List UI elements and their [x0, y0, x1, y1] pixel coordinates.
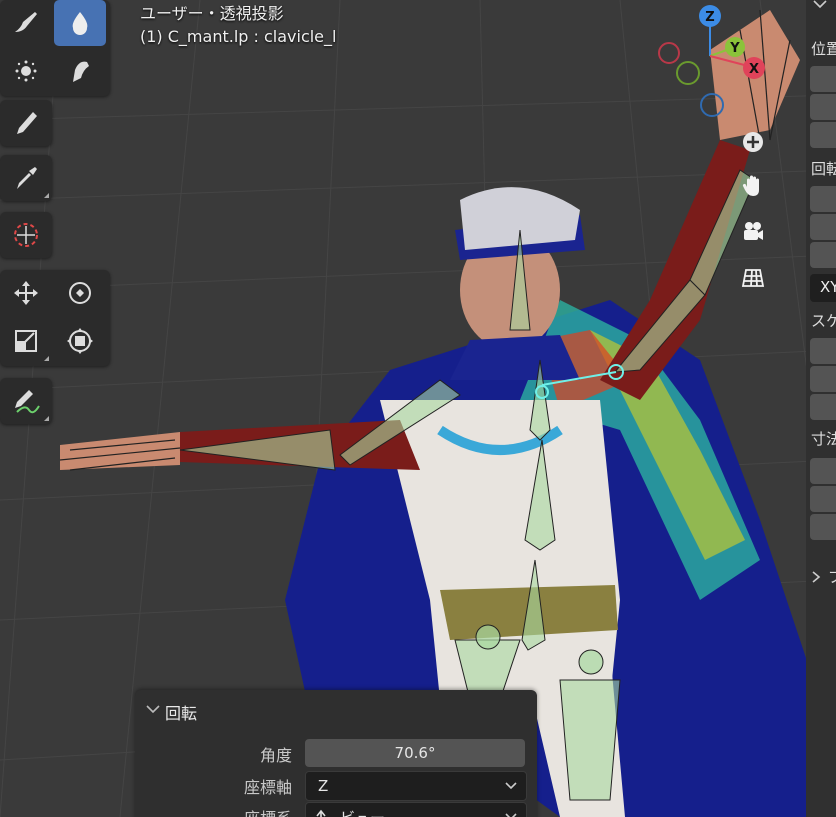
drop-icon	[72, 12, 88, 35]
viewport-3d[interactable]: ユーザー・透視投影 (1) C_mant.lp : clavicle_l Z Y…	[0, 0, 836, 817]
chevron-down-icon	[505, 813, 517, 817]
toolbar-sample-group	[0, 155, 52, 201]
axis-label: 座標軸	[243, 778, 292, 797]
scale-z-field[interactable]	[810, 394, 836, 420]
transform-icon	[67, 328, 93, 354]
chevron-down-icon[interactable]	[145, 703, 161, 715]
ortho-toggle-button[interactable]	[735, 260, 771, 296]
move-tool[interactable]	[0, 270, 52, 316]
dimensions-label: 寸法	[811, 430, 836, 448]
pan-button[interactable]	[735, 168, 771, 204]
orientation-value: ビュー	[328, 807, 504, 817]
more-tools-indicator	[44, 356, 49, 361]
pen-icon	[17, 112, 37, 134]
rotation-mode-select[interactable]: XY	[810, 274, 836, 302]
orientation-label: 座標系	[244, 805, 292, 817]
smudge-tool[interactable]	[54, 48, 106, 94]
angle-field[interactable]: 70.6°	[305, 739, 525, 767]
operator-panel-title[interactable]: 回転	[165, 700, 197, 724]
camera-view-button[interactable]	[735, 214, 771, 250]
toolbar-cursor-group	[0, 212, 52, 258]
grid-icon	[741, 269, 765, 287]
location-label: 位置	[811, 40, 836, 58]
x-axis-label: X	[749, 62, 759, 77]
draw-brush-tool[interactable]	[0, 0, 52, 46]
rotation-w-field[interactable]	[810, 186, 836, 212]
more-tools-indicator	[44, 193, 49, 198]
adjust-last-operation-panel: 回転 角度 70.6° 座標軸 Z 座標系 ビュー	[135, 690, 537, 817]
cursor-tool[interactable]	[0, 212, 52, 258]
blur-icon	[15, 60, 37, 82]
move-icon	[14, 281, 38, 305]
view-name-label: ユーザー・透視投影	[140, 4, 284, 23]
rotation-mode-value: XY	[820, 278, 836, 296]
angle-label: 角度	[259, 746, 292, 765]
annotate-icon	[15, 390, 40, 414]
axis-value: Z	[318, 777, 329, 795]
camera-icon	[744, 222, 763, 240]
location-x-field[interactable]	[810, 66, 836, 92]
scale-label: スケ	[811, 312, 836, 330]
orientation-select[interactable]: ビュー	[305, 802, 527, 817]
dimensions-x-field[interactable]	[810, 458, 836, 484]
smear-tool[interactable]	[54, 0, 106, 46]
zoom-icon	[743, 132, 763, 152]
dimensions-z-field[interactable]	[810, 514, 836, 540]
chevron-down-icon[interactable]	[812, 0, 828, 10]
annotate-tool[interactable]	[0, 378, 52, 424]
neg-y-axis-handle[interactable]	[676, 61, 700, 85]
rotate-icon	[69, 282, 91, 304]
hand-icon	[742, 175, 759, 196]
cursor-icon	[14, 223, 38, 247]
more-tools-indicator	[44, 416, 49, 421]
orientation-view-icon	[316, 809, 326, 817]
scale-y-field[interactable]	[810, 366, 836, 392]
properties-subpanel-label: プ	[828, 568, 836, 586]
rotation-x-field[interactable]	[810, 214, 836, 240]
location-z-field[interactable]	[810, 122, 836, 148]
properties-subpanel-header[interactable]: プ	[810, 566, 836, 587]
toolbar-paint-group	[0, 0, 110, 96]
scale-icon	[15, 330, 37, 352]
dimensions-y-field[interactable]	[810, 486, 836, 512]
chevron-right-icon	[812, 570, 821, 583]
chevron-down-icon	[505, 782, 517, 790]
active-object-label: (1) C_mant.lp : clavicle_l	[140, 27, 337, 46]
navigation-gizmo[interactable]: Z Y X	[650, 0, 780, 130]
sample-tool[interactable]	[0, 155, 52, 201]
scale-x-field[interactable]	[810, 338, 836, 364]
y-axis-label: Y	[729, 41, 740, 56]
axis-select[interactable]: Z	[305, 771, 527, 801]
toolbar-gradient-group	[0, 100, 52, 146]
toolbar-transform-group	[0, 270, 110, 366]
zoom-button[interactable]	[735, 124, 771, 160]
transform-tool[interactable]	[54, 318, 106, 364]
toolbar-annotate-group	[0, 378, 52, 424]
neg-z-axis-handle[interactable]	[700, 93, 724, 117]
rotation-y-field[interactable]	[810, 242, 836, 268]
rotate-tool[interactable]	[54, 270, 106, 316]
scale-tool[interactable]	[0, 318, 52, 364]
brush-icon	[15, 12, 37, 32]
angle-value: 70.6°	[394, 744, 436, 762]
eyedropper-icon	[17, 167, 37, 189]
gradient-tool[interactable]	[0, 100, 52, 146]
smudge-icon	[73, 61, 89, 82]
z-axis-label: Z	[705, 10, 714, 25]
sidebar-panel[interactable]: 位置 回転 XY スケ 寸法 プ	[806, 0, 836, 817]
location-y-field[interactable]	[810, 94, 836, 120]
soften-tool[interactable]	[0, 48, 52, 94]
rotation-label: 回転	[811, 160, 836, 178]
neg-x-axis-handle[interactable]	[658, 42, 680, 64]
